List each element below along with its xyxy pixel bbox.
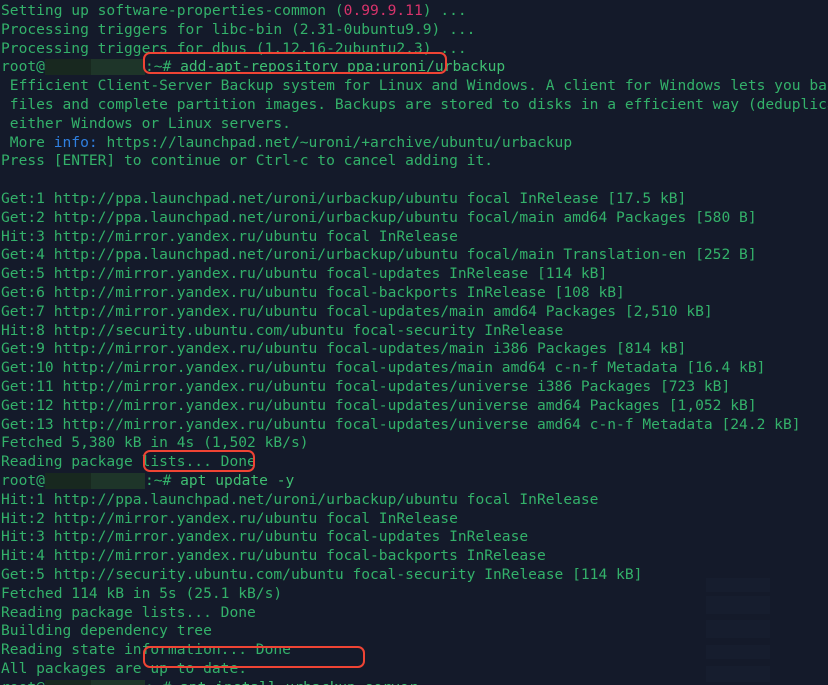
line-text: All packages are up to date. — [1, 659, 248, 677]
output-line: Get:11 http://mirror.yandex.ru/ubuntu fo… — [1, 378, 828, 397]
line-text: Efficient Client-Server Backup system fo… — [1, 77, 828, 95]
prompt-user: root — [1, 471, 37, 489]
line-text: Press [ENTER] to continue or Ctrl-c to c… — [1, 152, 494, 170]
output-line: Processing triggers for libc-bin (2.31-0… — [1, 21, 828, 40]
line-text: Get:5 http://mirror.yandex.ru/ubuntu foc… — [1, 265, 608, 283]
info-url[interactable]: https://launchpad.net/~uroni/+archive/ub… — [98, 134, 572, 151]
output-line: Get:5 http://security.ubuntu.com/ubuntu … — [1, 566, 828, 585]
prompt-line: root@ :~# add-apt-repository ppa:uroni/ur… — [1, 58, 828, 77]
line-text: Processing triggers for dbus (1.12.16-2u… — [1, 39, 467, 57]
output-line: Get:4 http://ppa.launchpad.net/uroni/urb… — [1, 246, 828, 265]
output-line: Reading state information... Done — [1, 641, 828, 660]
line-text: Get:5 http://security.ubuntu.com/ubuntu … — [1, 565, 643, 583]
line-text: Hit:8 http://security.ubuntu.com/ubuntu … — [1, 321, 564, 339]
output-line: Get:6 http://mirror.yandex.ru/ubuntu foc… — [1, 284, 828, 303]
line-text: Get:2 http://ppa.launchpad.net/uroni/urb… — [1, 208, 757, 226]
output-line: Hit:3 http://mirror.yandex.ru/ubuntu foc… — [1, 528, 828, 547]
output-line: Hit:4 http://mirror.yandex.ru/ubuntu foc… — [1, 547, 828, 566]
line-text: Hit:3 http://mirror.yandex.ru/ubuntu foc… — [1, 227, 458, 245]
prompt-user: root — [1, 58, 37, 76]
output-line: Get:2 http://ppa.launchpad.net/uroni/urb… — [1, 209, 828, 228]
prompt-path: :~# — [144, 58, 172, 76]
prompt-line: root@ :~# apt update -y — [1, 472, 828, 491]
prompt-at: @ — [36, 58, 45, 76]
line-text: Hit:1 http://ppa.launchpad.net/uroni/urb… — [1, 490, 599, 508]
line-text: Fetched 114 kB in 5s (25.1 kB/s) — [1, 584, 283, 602]
line-text: Hit:3 http://mirror.yandex.ru/ubuntu foc… — [1, 528, 529, 546]
output-line: Get:13 http://mirror.yandex.ru/ubuntu fo… — [1, 416, 828, 435]
hostname-redaction — [44, 679, 145, 685]
hostname-redaction — [44, 59, 145, 76]
version-number: 0.99.9.11 — [343, 2, 423, 19]
terminal-output: Setting up software-properties-common (0… — [1, 2, 828, 685]
info-label: info: — [53, 133, 98, 151]
command-text: apt update -y — [180, 471, 295, 489]
output-line: Fetched 5,380 kB in 4s (1,502 kB/s) — [1, 434, 828, 453]
line-text: Setting up software-properties-common ( — [1, 2, 344, 19]
line-text: Get:7 http://mirror.yandex.ru/ubuntu foc… — [1, 302, 713, 320]
output-line: either Windows or Linux servers. — [1, 115, 828, 134]
line-text: Reading package lists... Done — [1, 603, 256, 621]
line-text: Get:6 http://mirror.yandex.ru/ubuntu foc… — [1, 283, 625, 301]
line-text: Building dependency tree — [1, 622, 212, 640]
line-text: either Windows or Linux servers. — [1, 114, 291, 132]
output-line: Setting up software-properties-common (0… — [1, 2, 828, 21]
line-text: Get:11 http://mirror.yandex.ru/ubuntu fo… — [1, 377, 731, 395]
line-text: Get:4 http://ppa.launchpad.net/uroni/urb… — [1, 246, 757, 264]
output-line: Hit:8 http://security.ubuntu.com/ubuntu … — [1, 322, 828, 341]
output-line: Get:9 http://mirror.yandex.ru/ubuntu foc… — [1, 340, 828, 359]
output-line: files and complete partition images. Bac… — [1, 96, 828, 115]
prompt-at: @ — [36, 471, 45, 489]
output-line: Get:5 http://mirror.yandex.ru/ubuntu foc… — [1, 265, 828, 284]
line-text: files and complete partition images. Bac… — [1, 95, 828, 113]
line-text: Reading package lists... Done — [1, 453, 256, 471]
output-line: Hit:3 http://mirror.yandex.ru/ubuntu foc… — [1, 228, 828, 247]
line-text: Get:1 http://ppa.launchpad.net/uroni/urb… — [1, 189, 687, 207]
line-text: Get:10 http://mirror.yandex.ru/ubuntu fo… — [1, 359, 766, 377]
prompt-user: root — [1, 679, 36, 685]
output-line: Efficient Client-Server Backup system fo… — [1, 77, 828, 96]
prompt-line: root@ :~# apt install urbackup-server — [1, 679, 828, 685]
command-text: apt install urbackup-server — [171, 679, 417, 685]
line-text: Get:13 http://mirror.yandex.ru/ubuntu fo… — [1, 415, 801, 433]
output-line: Get:7 http://mirror.yandex.ru/ubuntu foc… — [1, 303, 828, 322]
line-text: Processing triggers for libc-bin (2.31-0… — [1, 20, 476, 38]
prompt-path: :~# — [144, 471, 172, 489]
line-text: Reading state information... Done — [1, 641, 291, 659]
output-line: More info: https://launchpad.net/~uroni/… — [1, 134, 828, 153]
output-line: Get:10 http://mirror.yandex.ru/ubuntu fo… — [1, 359, 828, 378]
command-text: add-apt-repository ppa:uroni/urbackup — [180, 58, 506, 76]
line-text: Get:9 http://mirror.yandex.ru/ubuntu foc… — [1, 340, 687, 358]
line-text: Hit:4 http://mirror.yandex.ru/ubuntu foc… — [1, 547, 546, 565]
output-line: All packages are up to date. — [1, 660, 828, 679]
line-text: Get:12 http://mirror.yandex.ru/ubuntu fo… — [1, 396, 757, 414]
output-line: Reading package lists... Done — [1, 604, 828, 623]
line-tail: ) ... — [422, 2, 467, 19]
line-text: Hit:2 http://mirror.yandex.ru/ubuntu foc… — [1, 509, 458, 527]
prompt-at: @ — [36, 679, 45, 685]
prompt-path: :~# — [145, 679, 171, 685]
hostname-redaction — [44, 472, 145, 489]
output-line: Hit:2 http://mirror.yandex.ru/ubuntu foc… — [1, 510, 828, 529]
line-text: Fetched 5,380 kB in 4s (1,502 kB/s) — [1, 434, 309, 452]
output-line: Get:1 http://ppa.launchpad.net/uroni/urb… — [1, 190, 828, 209]
output-line: Processing triggers for dbus (1.12.16-2u… — [1, 40, 828, 59]
line-prefix: More — [1, 133, 54, 151]
output-line: Get:12 http://mirror.yandex.ru/ubuntu fo… — [1, 397, 828, 416]
output-line: Fetched 114 kB in 5s (25.1 kB/s) — [1, 585, 828, 604]
output-line: Press [ENTER] to continue or Ctrl-c to c… — [1, 152, 828, 171]
output-line: Hit:1 http://ppa.launchpad.net/uroni/urb… — [1, 491, 828, 510]
output-line: Reading package lists... Done — [1, 453, 828, 472]
terminal-window[interactable]: Setting up software-properties-common (0… — [0, 0, 828, 685]
output-line: Building dependency tree — [1, 622, 828, 641]
